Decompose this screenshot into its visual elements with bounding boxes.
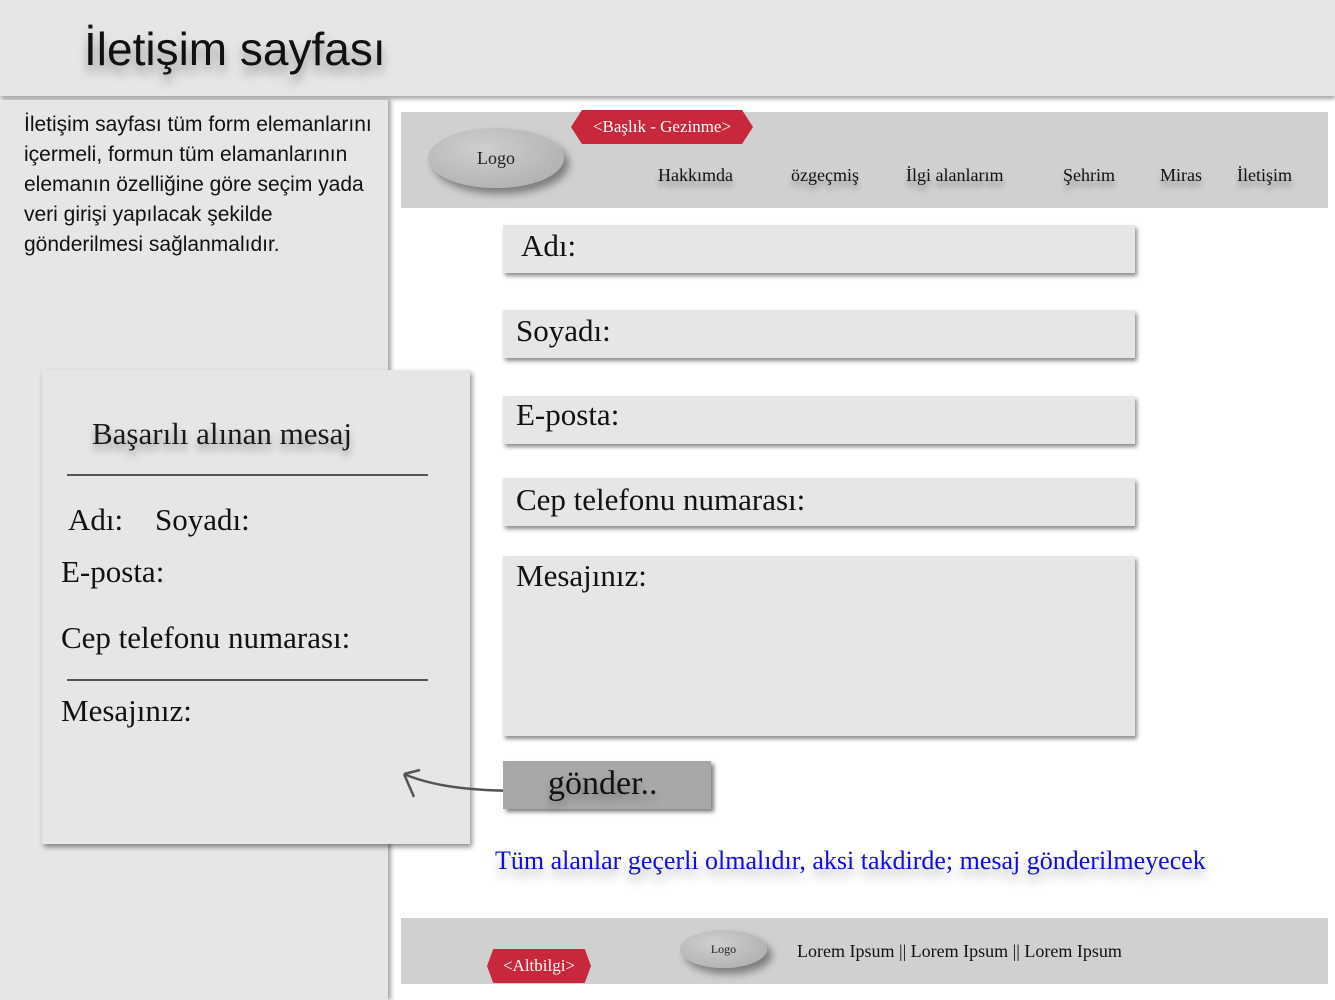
received-last-name-label: Soyadı:	[155, 502, 250, 537]
last-name-label: Soyadı:	[516, 313, 611, 348]
message-textarea[interactable]: Mesajınız:	[503, 556, 1135, 736]
received-first-name-label: Adı:	[68, 502, 124, 537]
header-nav-tag: <Başlık - Gezinme>	[571, 110, 753, 144]
received-email-label: E-posta:	[61, 554, 165, 589]
message-label: Mesajınız:	[516, 558, 647, 593]
send-button-label: gönder..	[548, 765, 658, 802]
footer-links[interactable]: Lorem Ipsum || Lorem Ipsum || Lorem Ipsu…	[797, 941, 1122, 962]
nav-item-about[interactable]: Hakkımda	[658, 165, 733, 186]
last-name-field[interactable]: Soyadı:	[503, 310, 1135, 358]
phone-field[interactable]: Cep telefonu numarası:	[503, 478, 1135, 526]
received-message-title: Başarılı alınan mesaj	[92, 416, 352, 451]
first-name-label: Adı:	[521, 228, 577, 263]
page-title: İletişim sayfası	[84, 23, 386, 75]
nav-item-contact[interactable]: İletişim	[1237, 165, 1292, 186]
validation-warning: Tüm alanlar geçerli olmalıdır, aksi takd…	[495, 846, 1206, 875]
page-description: İletişim sayfası tüm form elemanlarını i…	[24, 113, 372, 256]
nav-item-resume[interactable]: özgeçmiş	[791, 165, 859, 186]
divider	[67, 679, 428, 681]
divider	[67, 474, 428, 476]
nav-item-interests[interactable]: İlgi alanlarım	[906, 165, 1003, 186]
email-field[interactable]: E-posta:	[503, 396, 1135, 444]
email-label: E-posta:	[516, 397, 620, 432]
phone-label: Cep telefonu numarası:	[516, 482, 806, 517]
first-name-field[interactable]: Adı:	[503, 225, 1135, 273]
logo[interactable]: Logo	[428, 128, 564, 188]
footer-logo[interactable]: Logo	[680, 930, 767, 968]
received-phone-label: Cep telefonu numarası:	[61, 620, 351, 655]
nav-item-city[interactable]: Şehrim	[1063, 165, 1115, 186]
send-button[interactable]: gönder..	[503, 761, 711, 809]
received-message-label: Mesajınız:	[61, 693, 192, 728]
nav-item-heritage[interactable]: Miras	[1160, 165, 1202, 186]
footer-tag: <Altbilgi>	[487, 949, 591, 983]
